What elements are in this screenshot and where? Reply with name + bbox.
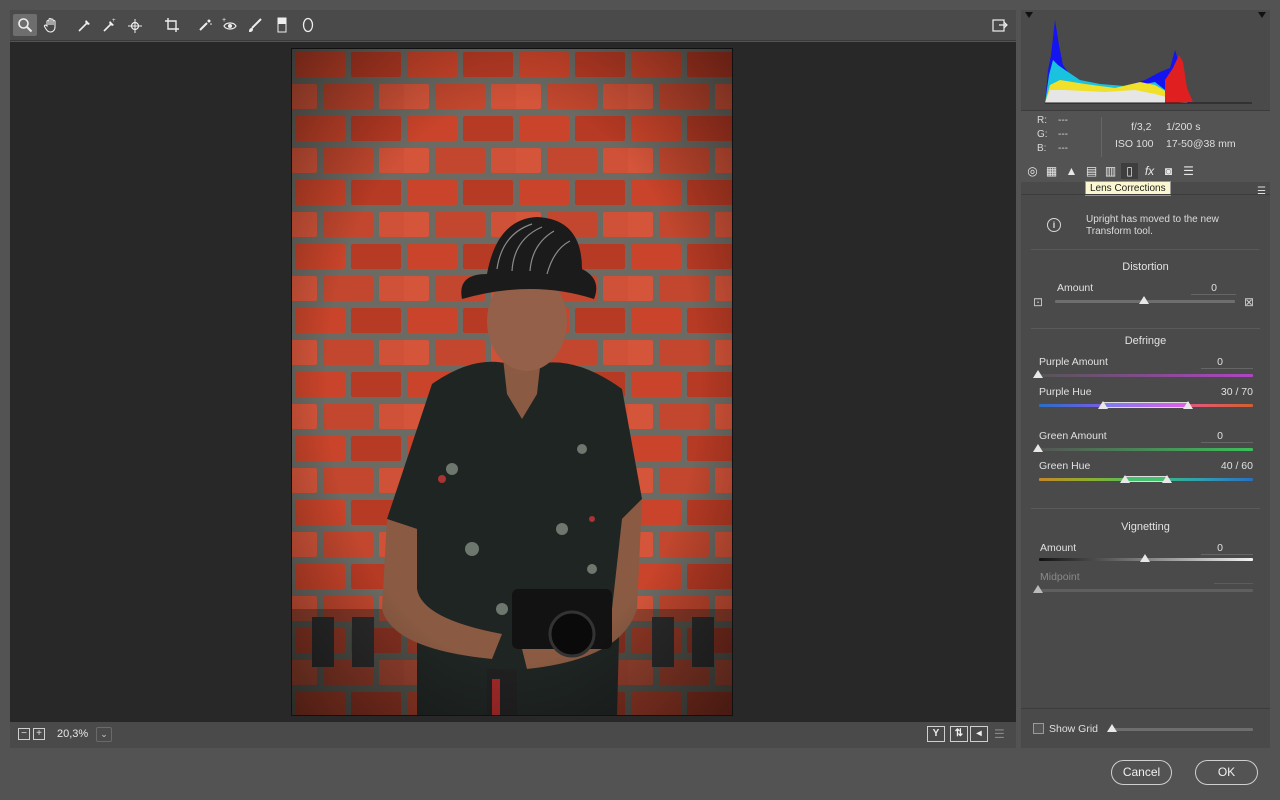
- distortion-amount-value[interactable]: 0: [1157, 282, 1217, 294]
- vignetting-amount-thumb[interactable]: [1140, 554, 1150, 562]
- barrel-distortion-icon: ⊡: [1033, 295, 1044, 309]
- swap-settings-button[interactable]: ⇅: [950, 726, 968, 742]
- g-label: G:: [1037, 129, 1048, 140]
- purple-amount-slider[interactable]: [1039, 374, 1253, 377]
- color-sampler-icon[interactable]: +: [98, 14, 122, 36]
- vignetting-amount-label: Amount: [1040, 542, 1077, 554]
- crop-icon[interactable]: [160, 14, 184, 36]
- grid-size-slider[interactable]: [1109, 728, 1253, 731]
- red-eye-icon[interactable]: +: [218, 14, 242, 36]
- lens-corrections-panel: i Upright has moved to the new Transform…: [1021, 196, 1270, 748]
- vignetting-title: Vignetting: [1121, 521, 1170, 533]
- presets-tab-icon[interactable]: ☰: [1180, 163, 1197, 179]
- defringe-title: Defringe: [1124, 335, 1167, 347]
- right-panel: R: --- G: --- B: --- f/3,2 1/200 s ISO 1…: [1021, 10, 1270, 748]
- histogram: [1021, 10, 1270, 110]
- zoom-level: 20,3%: [57, 728, 89, 740]
- effects-tab-icon[interactable]: fx: [1141, 163, 1158, 179]
- green-amount-label: Green Amount: [1039, 430, 1107, 442]
- purple-hue-label: Purple Hue: [1039, 386, 1092, 398]
- status-bar: − + 20,3% ⌄ Y ⇅ ◂ ☰: [10, 722, 1016, 748]
- upright-notice-text: Upright has moved to the new Transform t…: [1086, 214, 1219, 237]
- green-amount-value[interactable]: 0: [1163, 430, 1223, 442]
- cancel-button[interactable]: Cancel: [1111, 760, 1172, 785]
- photo-preview: [291, 48, 733, 716]
- distortion-amount-label: Amount: [1057, 282, 1094, 294]
- radial-filter-icon[interactable]: [296, 14, 320, 36]
- camera-calibration-tab-icon[interactable]: ◙: [1160, 163, 1177, 179]
- purple-amount-label: Purple Amount: [1039, 356, 1108, 368]
- split-toning-tab-icon[interactable]: ▥: [1102, 163, 1119, 179]
- upright-notice: i Upright has moved to the new Transform…: [1031, 206, 1259, 250]
- purple-hue-value[interactable]: 30 / 70: [1193, 386, 1253, 398]
- before-after-toggle[interactable]: Y: [927, 726, 945, 742]
- panel-tabs: ◎ ▦ ▲ ▤ ▥ ▯ fx ◙ ☰: [1021, 160, 1270, 182]
- zoom-in-button[interactable]: +: [33, 728, 45, 740]
- spot-removal-icon[interactable]: [193, 14, 217, 36]
- camera-raw-window: + + − + 20,3% ⌄ Y ⇅ ◂ ☰ R: --- G: --- B:…: [0, 0, 1280, 800]
- green-amount-thumb[interactable]: [1033, 444, 1043, 452]
- graduated-filter-icon[interactable]: [270, 14, 294, 36]
- shutter-speed: 1/200 s: [1166, 121, 1201, 133]
- image-canvas[interactable]: [10, 42, 1016, 722]
- zoom-icon[interactable]: [13, 14, 37, 36]
- targeted-adjustment-icon[interactable]: [123, 14, 147, 36]
- iso: ISO 100: [1115, 138, 1154, 150]
- green-hue-value[interactable]: 40 / 60: [1193, 460, 1253, 472]
- b-value: ---: [1058, 143, 1068, 154]
- vignetting-amount-value[interactable]: 0: [1163, 542, 1223, 554]
- zoom-dropdown[interactable]: ⌄: [96, 727, 112, 742]
- svg-text:+: +: [222, 17, 226, 24]
- r-label: R:: [1037, 115, 1047, 126]
- zoom-out-button[interactable]: −: [18, 728, 30, 740]
- lens-info: 17-50@38 mm: [1166, 138, 1236, 150]
- distortion-title: Distortion: [1122, 261, 1169, 273]
- show-grid-checkbox[interactable]: [1033, 723, 1044, 734]
- svg-text:+: +: [112, 18, 116, 24]
- purple-hue-low-thumb[interactable]: [1098, 401, 1108, 409]
- lens-corrections-tab-icon[interactable]: ▯: [1121, 163, 1138, 179]
- toolbar: + +: [10, 10, 1016, 41]
- basic-tab-icon[interactable]: ◎: [1024, 163, 1041, 179]
- vignetting-midpoint-label: Midpoint: [1040, 571, 1080, 583]
- ok-button[interactable]: OK: [1195, 760, 1258, 785]
- info-icon: i: [1047, 218, 1061, 232]
- green-hue-label: Green Hue: [1039, 460, 1091, 472]
- tone-curve-tab-icon[interactable]: ▦: [1043, 163, 1060, 179]
- hsl-tab-icon[interactable]: ▤: [1083, 163, 1100, 179]
- detail-tab-icon[interactable]: ▲: [1063, 163, 1080, 179]
- adjustment-brush-icon[interactable]: [243, 14, 267, 36]
- purple-amount-value[interactable]: 0: [1163, 356, 1223, 368]
- aperture: f/3,2: [1131, 121, 1152, 133]
- vignetting-midpoint-thumb[interactable]: [1033, 585, 1043, 593]
- show-grid-label: Show Grid: [1049, 723, 1099, 735]
- green-amount-slider[interactable]: [1039, 448, 1253, 451]
- green-hue-low-thumb[interactable]: [1120, 475, 1130, 483]
- green-hue-high-thumb[interactable]: [1162, 475, 1172, 483]
- vignetting-midpoint-slider[interactable]: [1039, 589, 1253, 592]
- distortion-amount-thumb[interactable]: [1139, 296, 1149, 304]
- r-value: ---: [1058, 115, 1068, 126]
- hand-icon[interactable]: [39, 14, 63, 36]
- open-in-preferences-icon[interactable]: [988, 14, 1012, 36]
- purple-amount-thumb[interactable]: [1033, 370, 1043, 378]
- preview-settings-icon[interactable]: ☰: [994, 727, 1005, 741]
- copy-settings-button[interactable]: ◂: [970, 726, 988, 742]
- grid-size-thumb[interactable]: [1107, 724, 1117, 732]
- pincushion-distortion-icon: ⊠: [1244, 295, 1255, 309]
- g-value: ---: [1058, 129, 1068, 140]
- white-balance-icon[interactable]: [73, 14, 97, 36]
- purple-hue-high-thumb[interactable]: [1183, 401, 1193, 409]
- b-label: B:: [1037, 143, 1047, 154]
